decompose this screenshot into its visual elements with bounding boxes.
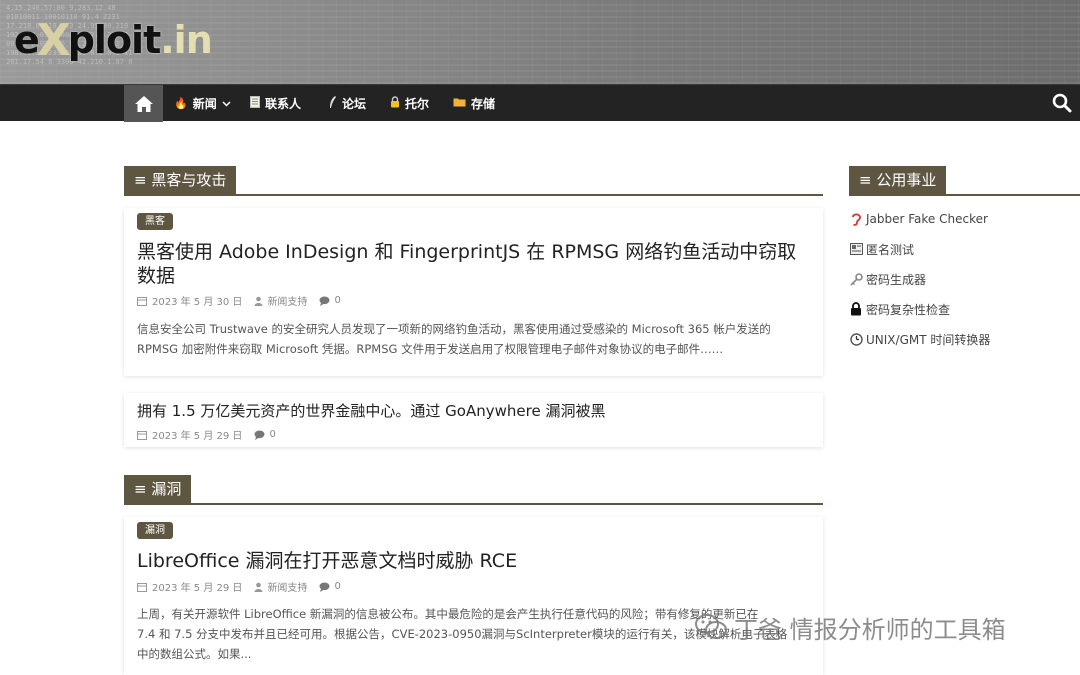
wechat-watermark: 丁爸 情报分析师的工具箱: [694, 607, 1006, 647]
comment-icon: [319, 296, 330, 306]
sidebar-item-password-generator[interactable]: 密码生成器: [849, 270, 926, 288]
sidebar-item-label: 匿名测试: [866, 242, 915, 257]
post-meta: 2023 年 5 月 29 日 新闻支持 0: [137, 579, 341, 594]
home-icon: [134, 95, 153, 112]
post-title[interactable]: 拥有 1.5 万亿美元资产的世界金融中心。通过 GoAnywhere 漏洞被黑: [137, 401, 807, 421]
nav-item-storage[interactable]: 存储: [453, 85, 495, 122]
calendar-icon: [137, 296, 147, 306]
chevron-down-icon: [222, 100, 231, 107]
post-author[interactable]: 新闻支持: [267, 579, 307, 594]
folder-icon: [453, 97, 466, 110]
document-icon: [250, 96, 260, 111]
site-logo[interactable]: e Xploit .in: [14, 12, 213, 68]
post-comment-count[interactable]: 0: [334, 581, 340, 592]
section-title-vulnerabilities[interactable]: ≡ 漏洞: [124, 475, 192, 504]
category-badge[interactable]: 漏洞: [137, 522, 173, 539]
nav-item-contacts-label: 联系人: [265, 97, 302, 111]
post-excerpt: 信息安全公司 Trustwave 的安全研究人员发现了一项新的网络钓鱼活动，黑客…: [137, 322, 771, 356]
user-icon: [254, 582, 263, 592]
post-title[interactable]: 黑客使用 Adobe InDesign 和 FingerprintJS 在 RP…: [137, 240, 807, 288]
post-comment-count[interactable]: 0: [269, 429, 275, 440]
logo-ploit: ploit: [67, 18, 162, 62]
sidebar-item-label: 密码生成器: [866, 272, 927, 287]
user-icon: [254, 296, 263, 306]
sidebar-item-label: 密码复杂性检查: [866, 302, 951, 317]
id-card-icon: [849, 242, 863, 256]
nav-item-tor[interactable]: 托尔: [390, 85, 429, 122]
nav-item-news-label: 新闻: [192, 97, 217, 111]
sidebar-heading: ≡ 公用事业: [849, 166, 1080, 196]
ear-icon: [849, 212, 863, 226]
post-meta: 2023 年 5 月 29 日 0: [137, 427, 276, 442]
main-nav: 🔥 新闻 联系人 论坛 托尔 存储: [0, 84, 1080, 122]
logo-x: X: [36, 14, 71, 66]
logo-e: e: [14, 18, 40, 62]
comment-icon: [254, 430, 265, 440]
nav-item-contacts[interactable]: 联系人: [250, 85, 301, 122]
logo-in: .in: [160, 18, 213, 62]
post-comment-count[interactable]: 0: [334, 295, 340, 306]
sidebar-item-password-complexity[interactable]: 密码复杂性检查: [849, 300, 950, 318]
post-author[interactable]: 新闻支持: [267, 293, 307, 308]
post-card-1: 黑客 黑客使用 Adobe InDesign 和 FingerprintJS 在…: [124, 208, 823, 376]
post-excerpt-line: 中的数组公式。如果...: [137, 647, 252, 661]
sidebar-title[interactable]: ≡ 公用事业: [849, 166, 947, 195]
nav-item-news[interactable]: 🔥 新闻: [174, 85, 231, 122]
sidebar-item-time-converter[interactable]: UNIX/GMT 时间转换器: [849, 330, 990, 348]
sidebar-item-label: Jabber Fake Checker: [866, 212, 988, 226]
sidebar-item-anonymity-test[interactable]: 匿名测试: [849, 240, 914, 258]
nav-item-tor-label: 托尔: [405, 97, 430, 111]
post-title[interactable]: LibreOffice 漏洞在打开恶意文档时威胁 RCE: [137, 549, 807, 573]
padlock-icon: [849, 302, 863, 316]
post-card-2: 拥有 1.5 万亿美元资产的世界金融中心。通过 GoAnywhere 漏洞被黑 …: [124, 393, 823, 447]
sidebar-item-jabber-fake-checker[interactable]: Jabber Fake Checker: [849, 210, 988, 228]
home-button[interactable]: [124, 85, 163, 122]
sidebar-item-label: UNIX/GMT 时间转换器: [866, 332, 991, 347]
nav-item-forum[interactable]: 论坛: [329, 85, 366, 122]
wechat-icon: [695, 614, 727, 639]
post-card-3: 漏洞 LibreOffice 漏洞在打开恶意文档时威胁 RCE 2023 年 5…: [124, 517, 823, 675]
search-button[interactable]: [1052, 93, 1072, 113]
section-heading-vulnerabilities: ≡ 漏洞: [124, 475, 823, 505]
section-heading-hacking: ≡ 黑客与攻击: [124, 166, 823, 196]
nav-item-forum-label: 论坛: [342, 97, 367, 111]
header-banner: 4.15.248.57:80 9,283.12.48 01010011 1001…: [0, 0, 1080, 84]
post-date[interactable]: 2023 年 5 月 29 日: [152, 427, 242, 442]
lock-icon: [390, 96, 400, 111]
fire-icon: 🔥: [174, 97, 188, 110]
calendar-icon: [137, 430, 147, 440]
section-title-hacking[interactable]: ≡ 黑客与攻击: [124, 166, 237, 195]
watermark-text: 丁爸 情报分析师的工具箱: [734, 615, 1006, 644]
category-badge[interactable]: 黑客: [137, 213, 173, 230]
key-icon: [849, 272, 863, 286]
nav-item-storage-label: 存储: [471, 97, 496, 111]
feather-icon: [329, 95, 337, 112]
post-meta: 2023 年 5 月 30 日 新闻支持 0: [137, 293, 341, 308]
comment-icon: [319, 582, 330, 592]
search-icon: [1052, 93, 1072, 113]
post-date[interactable]: 2023 年 5 月 30 日: [152, 293, 242, 308]
clock-icon: [849, 332, 863, 346]
post-date[interactable]: 2023 年 5 月 29 日: [152, 579, 242, 594]
calendar-icon: [137, 582, 147, 592]
